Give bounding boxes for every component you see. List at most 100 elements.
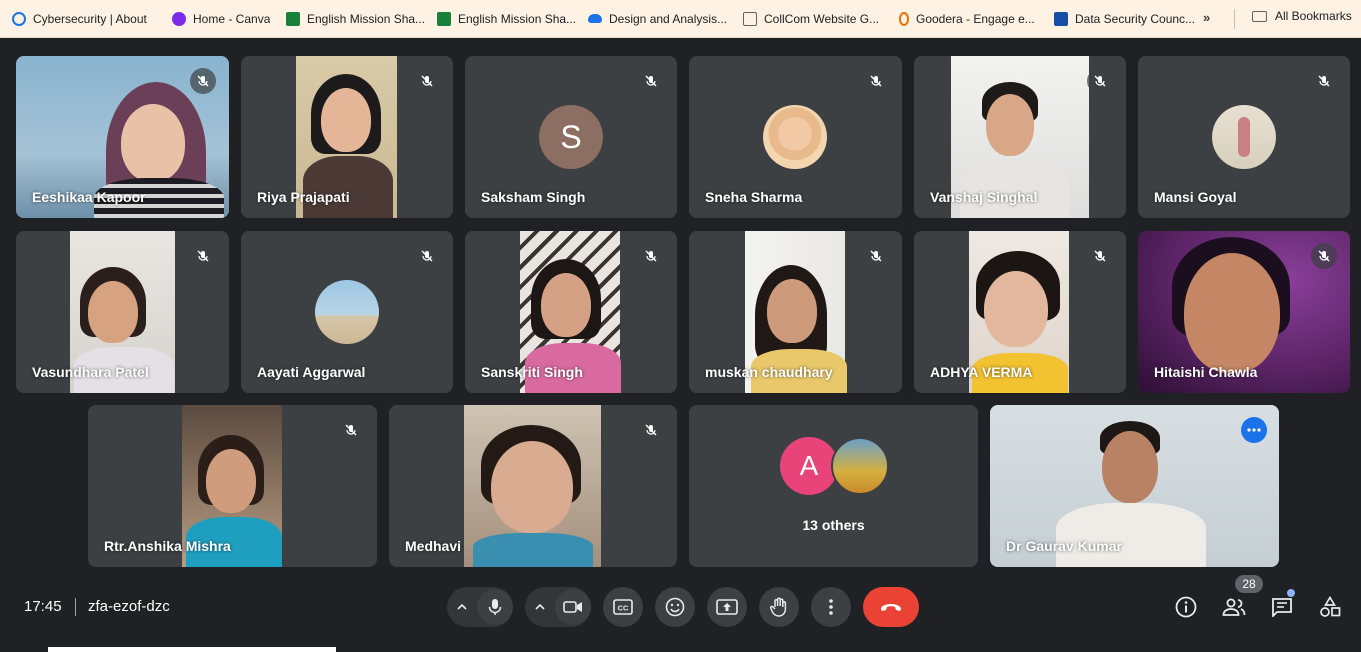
participant-tile[interactable]: Eeshikaa Kapoor	[16, 56, 229, 218]
goodera-icon	[899, 11, 909, 26]
hand-control	[759, 587, 799, 627]
participant-name: Medhavi	[405, 538, 462, 554]
participant-tile[interactable]: Mansi Goyal	[1138, 56, 1350, 218]
end-call-button[interactable]	[863, 587, 919, 627]
participant-name: Hitaishi Chawla	[1154, 364, 1258, 380]
svg-text:CC: CC	[618, 604, 629, 613]
all-bookmarks-button[interactable]: All Bookmarks	[1252, 9, 1352, 23]
others-label: 13 others	[802, 517, 865, 533]
microphone-button[interactable]	[477, 589, 513, 625]
chevron-up-icon[interactable]	[525, 587, 555, 627]
others-tile[interactable]: A 13 others	[689, 405, 978, 567]
mic-off-icon	[414, 243, 440, 269]
collcom-icon	[743, 11, 757, 26]
participant-tile[interactable]: Sneha Sharma	[689, 56, 902, 218]
all-bookmarks-label: All Bookmarks	[1275, 9, 1352, 23]
participant-tile[interactable]: muskan chaudhary	[689, 231, 902, 393]
cyber-icon	[12, 11, 26, 26]
participant-tile[interactable]: ADHYA VERMA	[914, 231, 1126, 393]
mic-off-icon	[638, 417, 664, 443]
more-options-button[interactable]	[811, 587, 851, 627]
meeting-details-icon[interactable]	[1173, 594, 1199, 620]
mic-off-icon	[863, 243, 889, 269]
participant-name: Saksham Singh	[481, 189, 586, 205]
participant-tile-active[interactable]: Dr Gaurav Kumar	[990, 405, 1279, 567]
mic-off-icon	[863, 68, 889, 94]
participant-name: Dr Gaurav Kumar	[1006, 538, 1122, 554]
face-shape	[1102, 431, 1158, 503]
avatar: A	[780, 437, 838, 495]
participant-name: Eeshikaa Kapoor	[32, 189, 146, 205]
participant-tile[interactable]: Riya Prajapati	[241, 56, 453, 218]
mic-off-icon	[638, 68, 664, 94]
captions-control: CC	[603, 587, 643, 627]
folder-icon	[1252, 10, 1267, 22]
participant-tile[interactable]: Aayati Aggarwal	[241, 231, 453, 393]
bookmark-cybersecurity[interactable]: Cybersecurity | About	[12, 6, 162, 32]
sheets-icon	[286, 11, 300, 26]
present-control	[707, 587, 747, 627]
mic-off-icon	[1087, 68, 1113, 94]
body-shape	[1056, 503, 1206, 567]
face-shape	[767, 279, 817, 343]
participant-tile[interactable]: S Saksham Singh	[465, 56, 677, 218]
dsci-icon	[1054, 11, 1068, 26]
face-shape	[206, 449, 256, 513]
participant-tile[interactable]: Vasundhara Patel	[16, 231, 229, 393]
mic-off-icon	[1311, 243, 1337, 269]
mic-off-icon	[190, 243, 216, 269]
bookmark-canva[interactable]: Home - Canva	[172, 6, 276, 32]
participant-tile[interactable]: Sanskriti Singh	[465, 231, 677, 393]
mic-control	[447, 587, 513, 627]
mic-off-icon	[1311, 68, 1337, 94]
bookmark-english-mission-1[interactable]: English Mission Sha...	[286, 6, 427, 32]
face-shape	[1184, 253, 1280, 373]
bookmark-english-mission-2[interactable]: English Mission Sha...	[437, 6, 578, 32]
participant-tile[interactable]: Rtr.Anshika Mishra	[88, 405, 377, 567]
bookmarks-divider	[1234, 9, 1235, 29]
participant-tile[interactable]: Vanshaj Singhal	[914, 56, 1126, 218]
participant-name: Aayati Aggarwal	[257, 364, 366, 380]
meeting-code: zfa-ezof-dzc	[88, 598, 170, 615]
camera-control	[525, 587, 591, 627]
sheets-icon	[437, 11, 451, 26]
body-shape	[303, 156, 393, 218]
chat-notification-dot	[1287, 589, 1295, 597]
avatar	[831, 437, 889, 495]
chat-icon[interactable]	[1269, 594, 1295, 620]
participant-tile[interactable]: Hitaishi Chawla	[1138, 231, 1350, 393]
avatar	[1212, 105, 1276, 169]
participant-name: Vanshaj Singhal	[930, 189, 1038, 205]
raise-hand-button[interactable]	[759, 587, 799, 627]
emoji-button[interactable]	[655, 587, 695, 627]
people-icon[interactable]	[1221, 594, 1247, 620]
body-shape	[473, 533, 593, 567]
present-screen-button[interactable]	[707, 587, 747, 627]
canva-icon	[172, 11, 186, 26]
more-bookmarks-button[interactable]: »	[1203, 10, 1210, 25]
participant-name: Sanskriti Singh	[481, 364, 583, 380]
mic-off-icon	[338, 417, 364, 443]
camera-button[interactable]	[555, 589, 591, 625]
taskbar-strip	[48, 647, 336, 652]
face-shape	[986, 94, 1034, 156]
bookmark-goodera[interactable]: Goodera - Engage e...	[899, 6, 1044, 32]
bookmark-collcom[interactable]: CollCom Website G...	[743, 6, 889, 32]
bookmarks-bar: Cybersecurity | About Home - Canva Engli…	[0, 0, 1361, 38]
mic-control-pill	[447, 587, 513, 627]
activities-icon[interactable]	[1317, 594, 1343, 620]
captions-button[interactable]: CC	[603, 587, 643, 627]
meeting-time: 17:45	[24, 598, 62, 615]
face-shape	[984, 271, 1048, 347]
participant-name: Riya Prajapati	[257, 189, 350, 205]
bookmark-design-analysis[interactable]: Design and Analysis...	[588, 6, 733, 32]
cloud-icon	[588, 14, 602, 23]
participant-tile[interactable]: Medhavi	[389, 405, 677, 567]
bookmark-dsci[interactable]: Data Security Counc...	[1054, 6, 1204, 32]
end-call-control	[863, 587, 919, 627]
face-shape	[88, 281, 138, 343]
more-options-icon[interactable]	[1241, 417, 1267, 443]
participant-name: Mansi Goyal	[1154, 189, 1237, 205]
chevron-up-icon[interactable]	[447, 587, 477, 627]
face-shape	[491, 441, 573, 533]
